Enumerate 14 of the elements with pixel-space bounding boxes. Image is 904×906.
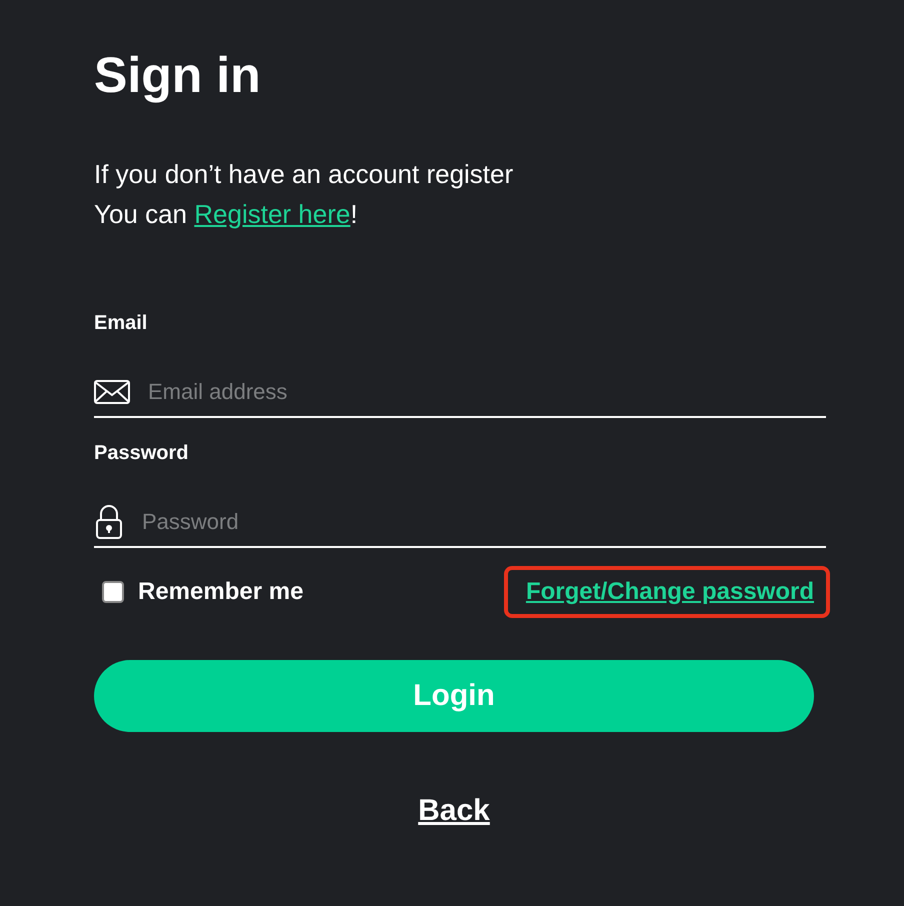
field-label: Password [94,442,188,466]
register-link[interactable]: Register here [194,199,350,229]
page-title: Sign in [94,46,262,105]
padlock-icon [94,505,124,539]
back-link[interactable]: Back [418,794,490,828]
forgot-password-link[interactable]: Forget/Change password [504,566,830,618]
register-sentence: You can Register here! [94,198,359,231]
remember-checkbox[interactable] [102,581,124,603]
password-field[interactable]: Password [142,509,826,535]
field-label: Email [94,312,148,336]
remember-label: Remember me [138,578,304,606]
envelope-icon [94,380,130,404]
email-field[interactable]: Email address [148,379,826,405]
intro-text: If you don’t have an account register [94,158,514,191]
